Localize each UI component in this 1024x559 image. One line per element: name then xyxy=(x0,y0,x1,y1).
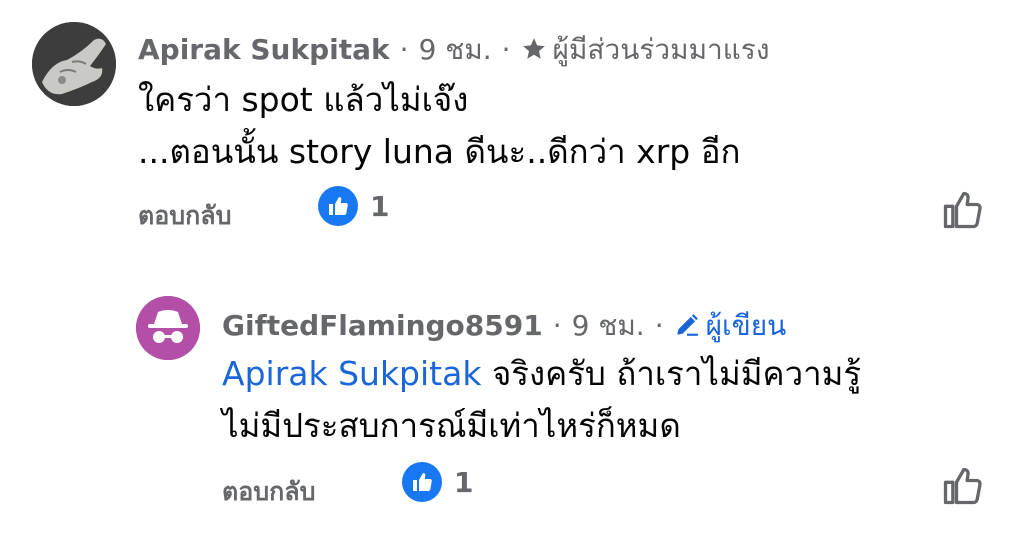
badge-label: ผู้เขียน xyxy=(705,309,787,342)
comment-line: Apirak Sukpitak จริงครับ ถ้าเราไม่มีความ… xyxy=(222,348,861,400)
author-name[interactable]: GiftedFlamingo8591 xyxy=(222,309,543,342)
reply-comment: GiftedFlamingo8591 · 9 ชม. · ผู้เขียน Apirak… xyxy=(0,0,1024,506)
comment-text: Apirak Sukpitak จริงครับ ถ้าเราไม่มีความ… xyxy=(222,348,861,452)
pencil-icon xyxy=(674,312,700,345)
separator: · xyxy=(552,309,562,342)
reply-button[interactable]: ตอบกลับ xyxy=(222,472,315,512)
comment-header: GiftedFlamingo8591 · 9 ชม. · ผู้เขียน xyxy=(222,304,786,348)
like-reaction-icon xyxy=(402,462,442,502)
like-button[interactable] xyxy=(940,464,984,508)
reaction-count: 1 xyxy=(454,465,474,499)
author-badge: ผู้เขียน xyxy=(674,309,787,345)
avatar[interactable] xyxy=(136,296,200,360)
incognito-icon xyxy=(136,296,200,360)
reaction-summary[interactable]: 1 xyxy=(402,462,473,502)
mention-link[interactable]: Apirak Sukpitak xyxy=(222,354,481,393)
timestamp[interactable]: 9 ชม. xyxy=(572,309,645,342)
comment-line: ไม่มีประสบการณ์มีเท่าไหร่ก็หมด xyxy=(222,406,681,445)
separator: · xyxy=(654,309,664,342)
thumbs-up-icon xyxy=(943,467,982,505)
comment-text-segment: จริงครับ ถ้าเราไม่มีความรู้ xyxy=(481,354,862,393)
